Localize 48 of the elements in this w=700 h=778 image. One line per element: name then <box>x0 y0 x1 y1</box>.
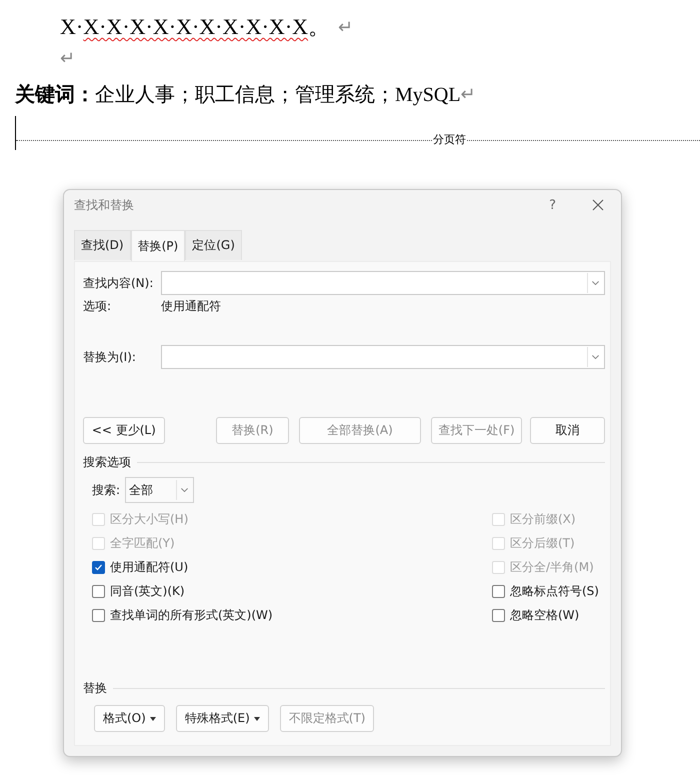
checkbox-label: 全字匹配(Y) <box>110 534 175 552</box>
checkbox-label: 区分大小写(H) <box>110 510 188 528</box>
search-select[interactable]: 全部 <box>125 477 194 503</box>
checkbox-label: 区分后缀(T) <box>510 534 575 552</box>
checkbox-label: 使用通配符(U) <box>110 558 188 576</box>
chevron-down-icon <box>176 480 190 500</box>
checkbox[interactable] <box>92 584 105 598</box>
dialog-button[interactable]: << 更少(L) <box>83 417 165 444</box>
checkbox-label: 忽略空格(W) <box>510 606 580 624</box>
check-icon <box>94 562 103 572</box>
checkbox[interactable] <box>492 584 505 598</box>
paragraph-text: X·X·X·X·X·X·X·X·X·X·X。 <box>60 13 330 41</box>
page-break-label: 分页符 <box>432 132 467 147</box>
options-label: 选项: <box>83 298 112 314</box>
tab[interactable]: 定位(G) <box>185 230 242 260</box>
format-button[interactable]: 格式(O) <box>94 705 165 732</box>
tab[interactable]: 查找(D) <box>74 230 131 260</box>
chevron-down-icon <box>587 347 601 367</box>
paragraph-mark: ↵ <box>460 83 476 105</box>
caret-icon <box>254 716 260 720</box>
checkbox-label: 区分前缀(X) <box>510 510 576 528</box>
help-button[interactable]: ? <box>549 198 556 212</box>
field-label: 查找内容(N): <box>83 274 154 292</box>
find-field[interactable] <box>161 271 605 295</box>
chevron-down-icon <box>587 273 601 293</box>
checkbox-label: 区分全/半角(M) <box>510 558 594 576</box>
checkbox-label: 同音(英文)(K) <box>110 582 185 600</box>
options-value: 使用通配符 <box>161 298 221 314</box>
text-cursor <box>15 116 16 150</box>
section-label: 替换 <box>83 680 107 697</box>
section-label: 搜索选项 <box>83 454 131 471</box>
paragraph-mark: ↵ <box>338 16 354 38</box>
dialog-button[interactable]: 取消 <box>530 417 605 444</box>
caret-icon <box>150 716 156 720</box>
checkbox[interactable] <box>92 560 105 574</box>
paragraph-mark: ↵ <box>60 47 75 69</box>
window-title: 查找和替换 <box>74 196 135 214</box>
replace-field[interactable] <box>161 345 605 369</box>
search-label: 搜索: <box>92 482 120 498</box>
field-label: 替换为(I): <box>83 348 137 366</box>
checkbox-label: 查找单词的所有形式(英文)(W) <box>110 606 273 624</box>
tab[interactable]: 替换(P) <box>130 230 186 261</box>
checkbox[interactable] <box>92 608 105 622</box>
checkbox-label: 忽略标点符号(S) <box>510 582 599 600</box>
checkbox[interactable] <box>492 608 505 622</box>
format-button[interactable]: 特殊格式(E) <box>176 705 269 732</box>
close-icon[interactable] <box>592 199 604 211</box>
keywords-text: 关键词：企业人事；职工信息；管理系统；MySQL <box>15 82 461 108</box>
